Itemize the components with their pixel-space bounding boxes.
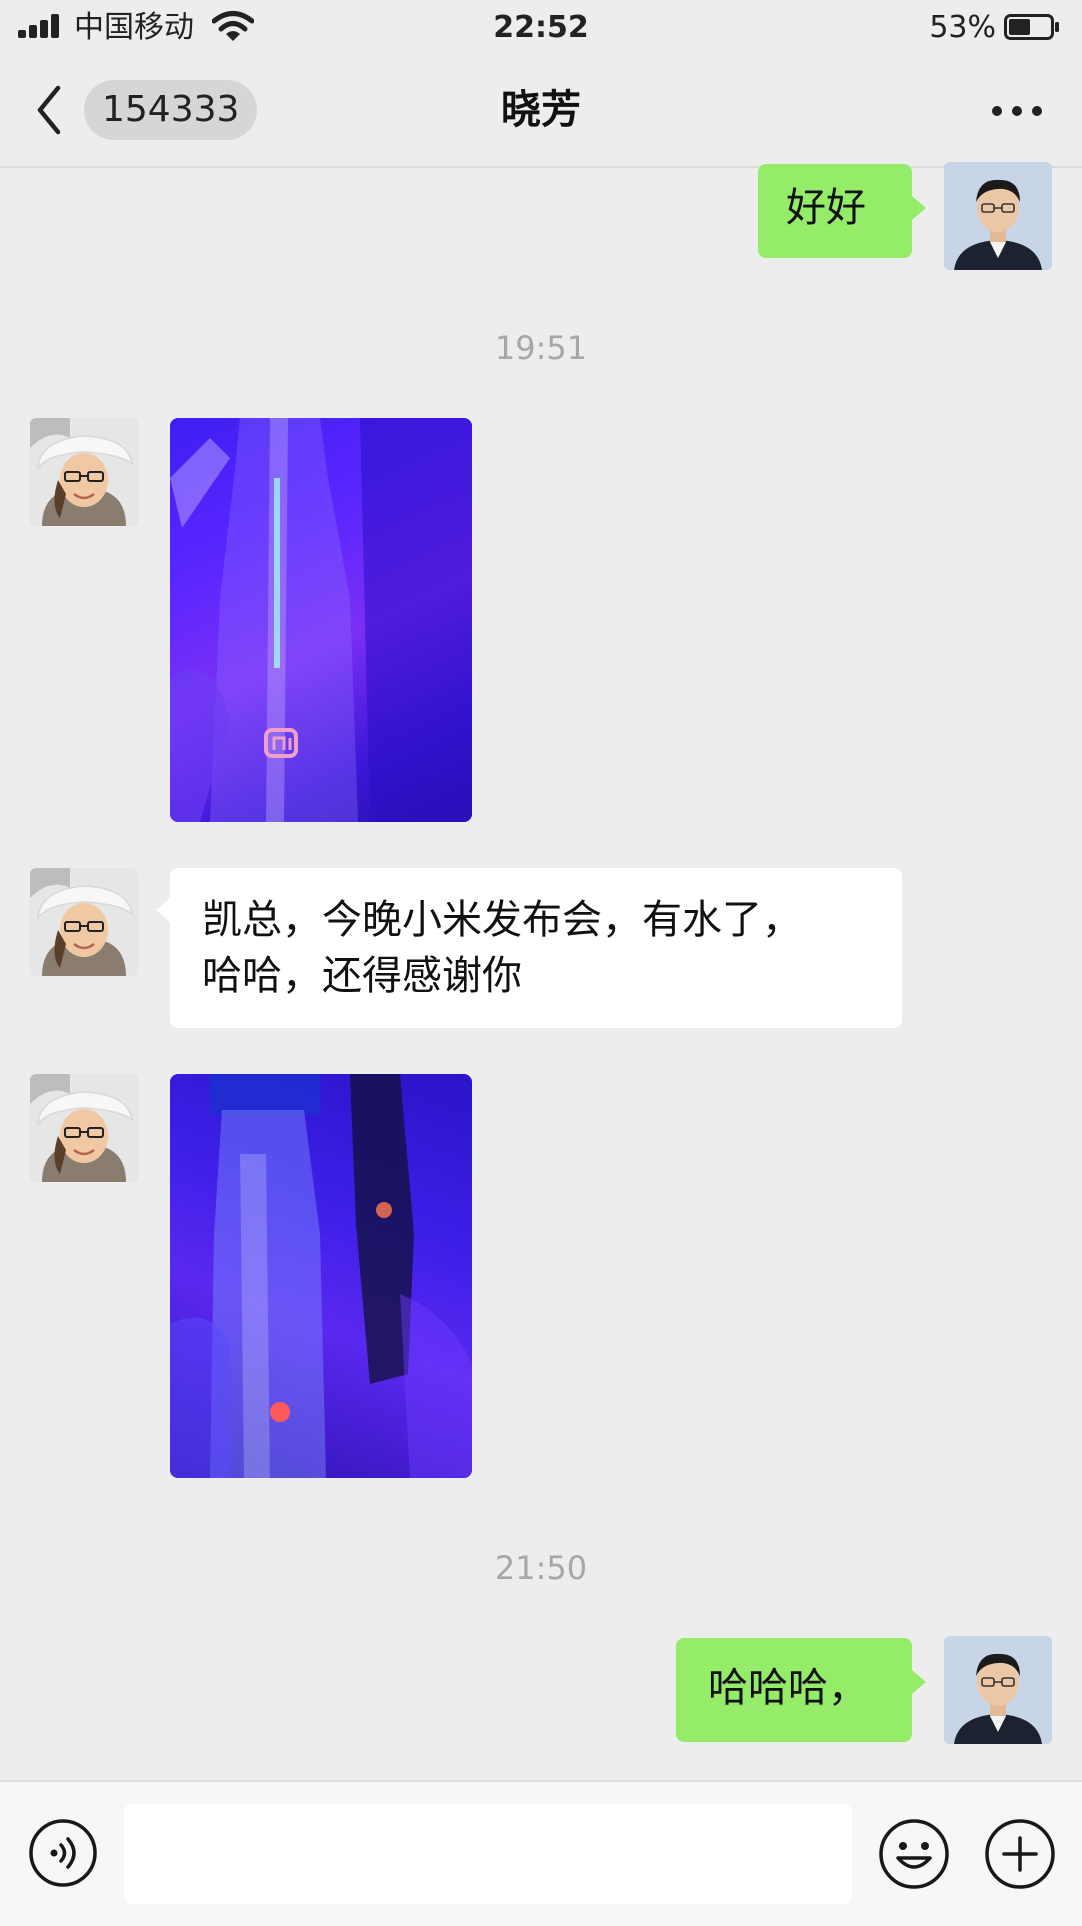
bottle-photo-icon (170, 1074, 472, 1478)
contact-portrait-icon (30, 418, 138, 526)
message-input[interactable] (124, 1804, 852, 1904)
battery-percent: 53% (929, 10, 996, 45)
avatar-contact[interactable] (30, 418, 138, 526)
bottle-photo-icon (170, 418, 472, 822)
message-bubble-mine[interactable]: 好好 (758, 164, 926, 258)
message-text-line: 哈哈，还得感谢你 (202, 953, 522, 999)
clock: 22:52 (493, 10, 589, 45)
battery-icon (1004, 14, 1059, 40)
avatar-me[interactable] (944, 162, 1052, 270)
message-bubble-mine[interactable]: 哈哈哈， (676, 1638, 926, 1742)
message-bubble-theirs[interactable]: 凯总，今晚小米发布会，有水了， 哈哈，还得感谢你 (156, 868, 902, 1028)
plus-icon[interactable] (984, 1818, 1056, 1890)
image-message[interactable] (170, 1074, 472, 1478)
status-bar: 中国移动 22:52 53% (0, 0, 1082, 56)
more-options-icon[interactable] (992, 96, 1042, 124)
message-text-line: 凯总，今晚小米发布会，有水了， (202, 897, 802, 943)
contact-portrait-icon (30, 1074, 138, 1182)
chat-title: 晓芳 (501, 87, 581, 133)
input-bar (0, 1780, 1082, 1926)
message-text: 哈哈哈， (708, 1665, 868, 1711)
contact-portrait-icon (30, 868, 138, 976)
avatar-me[interactable] (944, 1636, 1052, 1744)
chat-area[interactable]: 好好 19:51 凯总，今晚小米发布会，有水了， 哈哈，还得感谢你 21:50 … (0, 162, 1082, 1780)
user-portrait-icon (944, 1636, 1052, 1744)
voice-icon[interactable] (28, 1818, 98, 1888)
avatar-contact[interactable] (30, 1074, 138, 1182)
avatar-contact[interactable] (30, 868, 138, 976)
emoji-icon[interactable] (878, 1818, 950, 1890)
timestamp: 21:50 (494, 1549, 588, 1587)
image-message[interactable] (170, 418, 472, 822)
message-text: 好好 (786, 185, 866, 231)
nav-bar: 154333 晓芳 (0, 56, 1082, 168)
timestamp: 19:51 (494, 329, 588, 367)
user-portrait-icon (944, 162, 1052, 270)
